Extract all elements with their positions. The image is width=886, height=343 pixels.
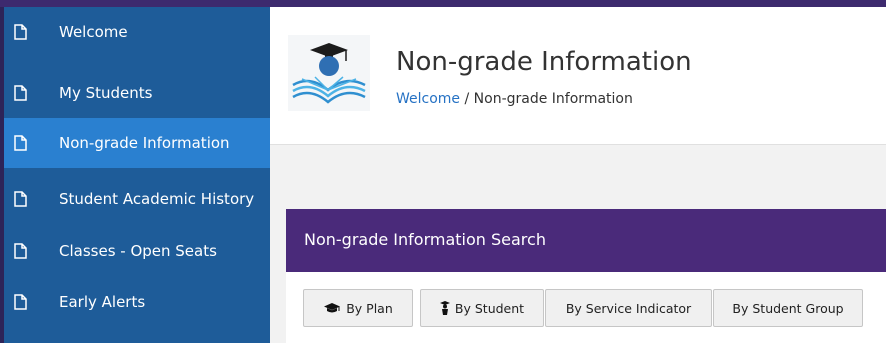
by-student-label: By Student <box>454 300 525 316</box>
document-icon <box>14 85 27 101</box>
document-icon <box>14 135 27 151</box>
search-panel-title: Non-grade Information Search <box>304 230 546 249</box>
sidebar-item-welcome[interactable]: Welcome <box>4 7 270 57</box>
sidebar-item-label: Early Alerts <box>59 293 146 311</box>
student-icon <box>439 301 450 315</box>
graduation-book-logo <box>288 35 370 111</box>
breadcrumb-separator: / <box>464 91 470 107</box>
by-service-indicator-button[interactable]: By Service Indicator <box>545 289 712 327</box>
by-service-indicator-label: By Service Indicator <box>565 300 692 316</box>
sidebar-nav: Welcome My Students Non-grade Informatio… <box>0 7 270 343</box>
sidebar-item-my-students[interactable]: My Students <box>4 68 270 118</box>
sidebar-item-label: Non-grade Information <box>59 134 230 152</box>
sidebar-item-classes-open-seats[interactable]: Classes - Open Seats <box>4 226 270 276</box>
main-content: Non-grade Information Welcome / Non-grad… <box>270 7 886 343</box>
sidebar-item-label: Student Academic History <box>59 190 255 208</box>
graduation-cap-icon <box>324 303 341 313</box>
sidebar-item-student-academic-history[interactable]: Student Academic History <box>4 174 270 224</box>
sidebar-item-label: Welcome <box>59 23 128 41</box>
search-panel-body: By Plan By Student By Service Indicator … <box>286 272 886 343</box>
breadcrumb: Welcome / Non-grade Information <box>396 91 633 107</box>
document-icon <box>14 24 27 40</box>
by-plan-label: By Plan <box>346 300 393 316</box>
by-student-group-label: By Student Group <box>732 300 844 316</box>
document-icon <box>14 294 27 310</box>
sidebar-item-label: My Students <box>59 84 153 102</box>
sidebar-item-early-alerts[interactable]: Early Alerts <box>4 277 270 327</box>
by-student-group-button[interactable]: By Student Group <box>713 289 863 327</box>
page-title: Non-grade Information <box>396 47 692 77</box>
document-icon <box>14 191 27 207</box>
by-plan-button[interactable]: By Plan <box>303 289 413 327</box>
top-bar <box>0 0 886 7</box>
document-icon <box>14 243 27 259</box>
search-panel-header: Non-grade Information Search <box>286 209 886 272</box>
sidebar-item-label: Classes - Open Seats <box>59 242 217 260</box>
breadcrumb-link-welcome[interactable]: Welcome <box>396 91 460 107</box>
breadcrumb-current: Non-grade Information <box>473 91 633 107</box>
by-student-button[interactable]: By Student <box>420 289 544 327</box>
page-header: Non-grade Information Welcome / Non-grad… <box>270 7 886 145</box>
sidebar-item-non-grade-information[interactable]: Non-grade Information <box>4 118 270 168</box>
